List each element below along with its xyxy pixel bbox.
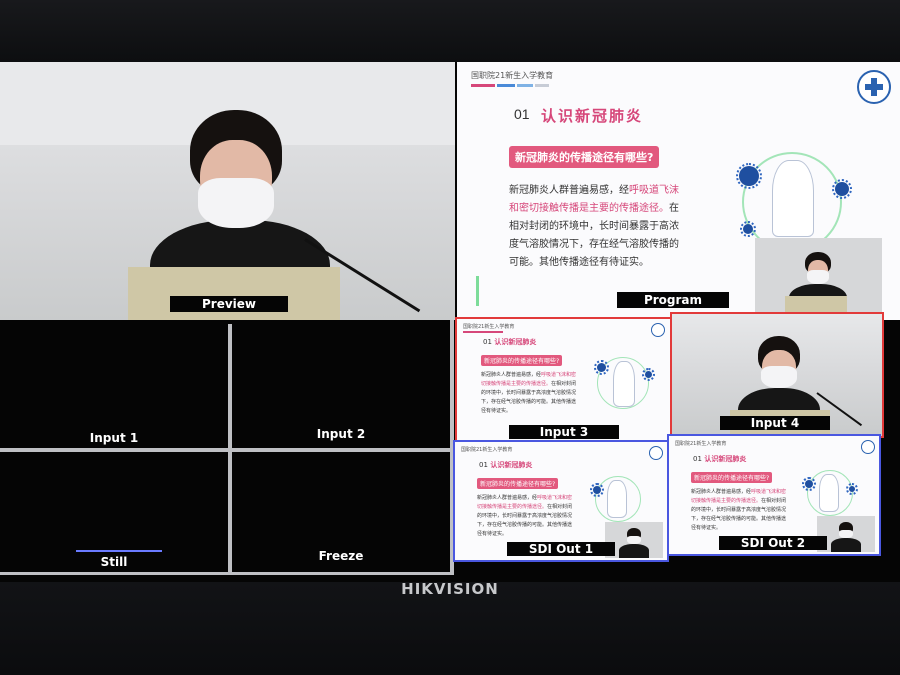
school-logo	[861, 440, 875, 454]
school-logo	[651, 323, 665, 337]
presenter-inset	[755, 238, 882, 320]
slide-header: 国职院21新生入学教育	[461, 447, 513, 453]
virus-icon	[740, 221, 756, 237]
monitor-brand-logo: HIKVISION	[401, 580, 499, 598]
input-3-pane[interactable]: 国职院21新生入学教育 01 认识新冠肺炎 新冠肺炎的传播途径有哪些? 新冠肺炎…	[455, 317, 672, 443]
program-slide: 国职院21新生入学教育 01 认识新冠肺炎 新冠肺炎的传播途径有哪些? 新冠肺炎…	[457, 62, 900, 320]
sdi-out-2-pane[interactable]: 国职院21新生入学教育 01 认识新冠肺炎 新冠肺炎的传播途径有哪些? 新冠肺炎…	[667, 434, 881, 556]
slide-body: 新冠肺炎人群普遍易感，经呼吸道飞沫和密切接触传播是主要的传播途径。在相对封闭的环…	[691, 489, 787, 531]
input-1-pane[interactable]: Input 1	[0, 324, 228, 448]
slide-question: 新冠肺炎的传播途径有哪些?	[481, 355, 563, 366]
slide-header: 国职院21新生入学教育	[463, 324, 515, 330]
podium	[128, 267, 340, 320]
section-title: 01 认识新冠肺炎	[479, 461, 533, 469]
input-2-pane[interactable]: Input 2	[232, 324, 450, 448]
input-3-label: Input 3	[509, 425, 619, 439]
sdi-out-1-label: SDI Out 1	[507, 542, 615, 556]
freeze-label: Freeze	[318, 549, 364, 563]
program-pane[interactable]: 国职院21新生入学教育 01 认识新冠肺炎 新冠肺炎的传播途径有哪些? 新冠肺炎…	[457, 62, 900, 320]
sdi-out-1-pane[interactable]: 国职院21新生入学教育 01 认识新冠肺炎 新冠肺炎的传播途径有哪些? 新冠肺炎…	[453, 440, 669, 562]
school-logo	[857, 70, 891, 104]
slide-question: 新冠肺炎的传播途径有哪些?	[691, 472, 773, 483]
slide-question: 新冠肺炎的传播途径有哪些?	[509, 146, 660, 168]
slide-body: 新冠肺炎人群普遍易感，经呼吸道飞沫和密切接触传播是主要的传播途径。在相对封闭的环…	[509, 182, 679, 272]
grid-divider	[0, 572, 450, 575]
virus-icon	[832, 179, 852, 199]
monitor-bezel-top	[0, 0, 900, 62]
section-title: 01 认识新冠肺炎	[483, 338, 537, 346]
slide-body: 新冠肺炎人群普遍易感，经呼吸道飞沫和密切接触传播是主要的传播途径。在相对封闭的环…	[477, 495, 573, 537]
school-logo	[649, 446, 663, 460]
slide-header: 国职院21新生入学教育	[471, 71, 554, 80]
preview-pane[interactable]: Preview	[0, 62, 455, 320]
virus-icon	[802, 477, 816, 491]
slide-question: 新冠肺炎的传播途径有哪些?	[477, 478, 559, 489]
input-4-pane[interactable]: Input 4	[670, 312, 884, 438]
input-2-label: Input 2	[316, 427, 366, 441]
slide-body-text-1: 新冠肺炎人群普遍易感，经	[509, 185, 629, 196]
sdi-out-2-label: SDI Out 2	[719, 536, 827, 550]
multiviewer-screen: Preview 国职院21新生入学教育 01 认识新冠肺炎 新冠肺炎的传播途径有…	[0, 62, 900, 582]
still-indicator-bar	[76, 550, 162, 552]
freeze-pane[interactable]: Freeze	[232, 452, 450, 572]
input-1-label: Input 1	[89, 431, 139, 445]
preview-label: Preview	[170, 296, 288, 312]
slide-header: 国职院21新生入学教育	[675, 441, 727, 447]
still-pane[interactable]: Still	[0, 452, 228, 572]
virus-icon	[736, 163, 762, 189]
section-number: 01	[514, 106, 530, 122]
virus-icon	[642, 368, 655, 381]
doctor-illustration	[772, 160, 814, 237]
virus-icon	[594, 360, 609, 375]
section-title: 认识新冠肺炎	[541, 107, 644, 125]
slide-body: 新冠肺炎人群普遍易感，经呼吸道飞沫和密切接触传播是主要的传播途径。在相对封闭的环…	[481, 372, 577, 414]
still-label: Still	[100, 555, 128, 569]
virus-icon	[590, 483, 604, 497]
program-label: Program	[617, 292, 729, 308]
section-title: 01 认识新冠肺炎	[693, 455, 747, 463]
input-4-label: Input 4	[720, 416, 830, 430]
virus-icon	[846, 483, 858, 495]
grid-divider	[0, 448, 450, 452]
